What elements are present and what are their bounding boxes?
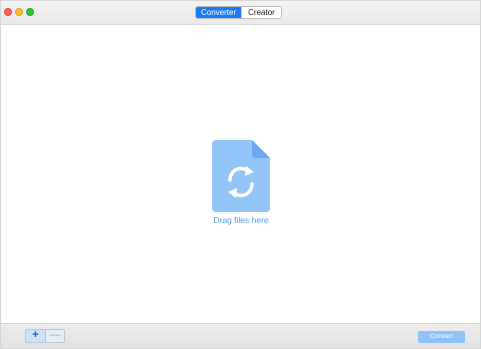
tab-converter[interactable]: Converter — [196, 7, 241, 18]
bottom-toolbar: + — Convert — [1, 323, 480, 348]
title-bar: Converter Creator — [1, 1, 480, 25]
drop-area[interactable]: Drag files here — [1, 26, 480, 323]
app-window: Converter Creator Drag files here + — Co… — [0, 0, 481, 349]
zoom-window-button[interactable] — [26, 8, 34, 16]
convert-button[interactable]: Convert — [418, 331, 465, 343]
drop-hint-label: Drag files here — [213, 215, 269, 225]
minimize-window-button[interactable] — [15, 8, 23, 16]
tab-creator[interactable]: Creator — [241, 7, 281, 18]
mode-segmented-control: Converter Creator — [195, 6, 282, 19]
remove-file-button[interactable]: — — [45, 330, 64, 342]
add-file-button[interactable]: + — [26, 330, 45, 342]
close-window-button[interactable] — [4, 8, 12, 16]
add-remove-control: + — — [25, 329, 65, 343]
file-convert-icon — [212, 140, 270, 212]
